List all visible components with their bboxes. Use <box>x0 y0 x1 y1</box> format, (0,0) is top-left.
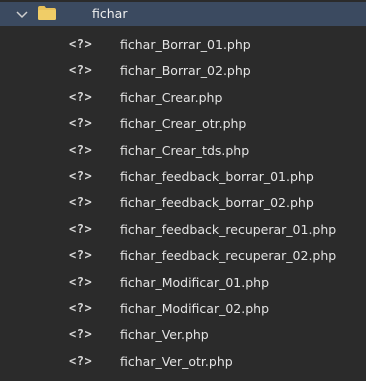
php-file-icon: <?> <box>69 221 93 236</box>
php-file-icon: <?> <box>69 142 93 157</box>
php-file-icon: <?> <box>69 63 93 78</box>
file-row[interactable]: <?> fichar_Ver.php <box>0 323 366 349</box>
php-file-icon: <?> <box>69 89 93 104</box>
file-name: fichar_Ver_otr.php <box>120 353 233 369</box>
file-row[interactable]: <?> fichar_Crear.php <box>0 86 366 112</box>
file-row[interactable]: <?> fichar_Modificar_01.php <box>0 271 366 297</box>
php-file-icon: <?> <box>69 327 93 342</box>
folder-icon <box>38 6 56 20</box>
php-file-icon: <?> <box>69 116 93 131</box>
file-row[interactable]: <?> fichar_feedback_borrar_02.php <box>0 191 366 217</box>
file-row[interactable]: <?> fichar_Modificar_02.php <box>0 297 366 323</box>
file-name: fichar_Crear_tds.php <box>120 142 250 158</box>
php-file-icon: <?> <box>69 300 93 315</box>
file-row[interactable]: <?> fichar_Ver_otr.php <box>0 350 366 376</box>
file-name: fichar_feedback_borrar_01.php <box>120 168 314 184</box>
file-name: fichar_feedback_recuperar_01.php <box>120 221 337 237</box>
php-file-icon: <?> <box>69 168 93 183</box>
php-file-icon: <?> <box>69 274 93 289</box>
file-name: fichar_feedback_borrar_02.php <box>120 195 314 211</box>
file-row[interactable]: <?> fichar_Crear_tds.php <box>0 139 366 165</box>
folder-row-fichar[interactable]: fichar <box>0 2 366 26</box>
file-name: fichar_Modificar_01.php <box>120 274 270 290</box>
folder-label: fichar <box>92 6 128 21</box>
file-row[interactable]: <?> fichar_Crear_otr.php <box>0 112 366 138</box>
php-file-icon: <?> <box>69 195 93 210</box>
file-name: fichar_Ver.php <box>120 327 209 343</box>
php-file-icon: <?> <box>69 248 93 263</box>
file-name: fichar_Crear_otr.php <box>120 116 247 132</box>
file-list: <?> fichar_Borrar_01.php <?> fichar_Borr… <box>0 33 366 376</box>
php-file-icon: <?> <box>69 37 93 51</box>
file-explorer-tree: fichar <?> fichar_Borrar_01.php <?> fich… <box>0 0 366 381</box>
file-row[interactable]: <?> fichar_Borrar_01.php <box>0 33 366 59</box>
file-name: fichar_Modificar_02.php <box>120 300 270 316</box>
file-name: fichar_feedback_recuperar_02.php <box>120 248 337 264</box>
php-file-icon: <?> <box>69 353 93 368</box>
file-name: fichar_Borrar_02.php <box>120 63 251 79</box>
file-row[interactable]: <?> fichar_feedback_borrar_01.php <box>0 165 366 191</box>
file-name: fichar_Borrar_01.php <box>120 37 251 52</box>
file-row[interactable]: <?> fichar_feedback_recuperar_01.php <box>0 218 366 244</box>
file-row[interactable]: <?> fichar_Borrar_02.php <box>0 59 366 85</box>
file-row[interactable]: <?> fichar_feedback_recuperar_02.php <box>0 244 366 270</box>
chevron-down-icon[interactable] <box>15 7 29 21</box>
file-name: fichar_Crear.php <box>120 89 223 105</box>
